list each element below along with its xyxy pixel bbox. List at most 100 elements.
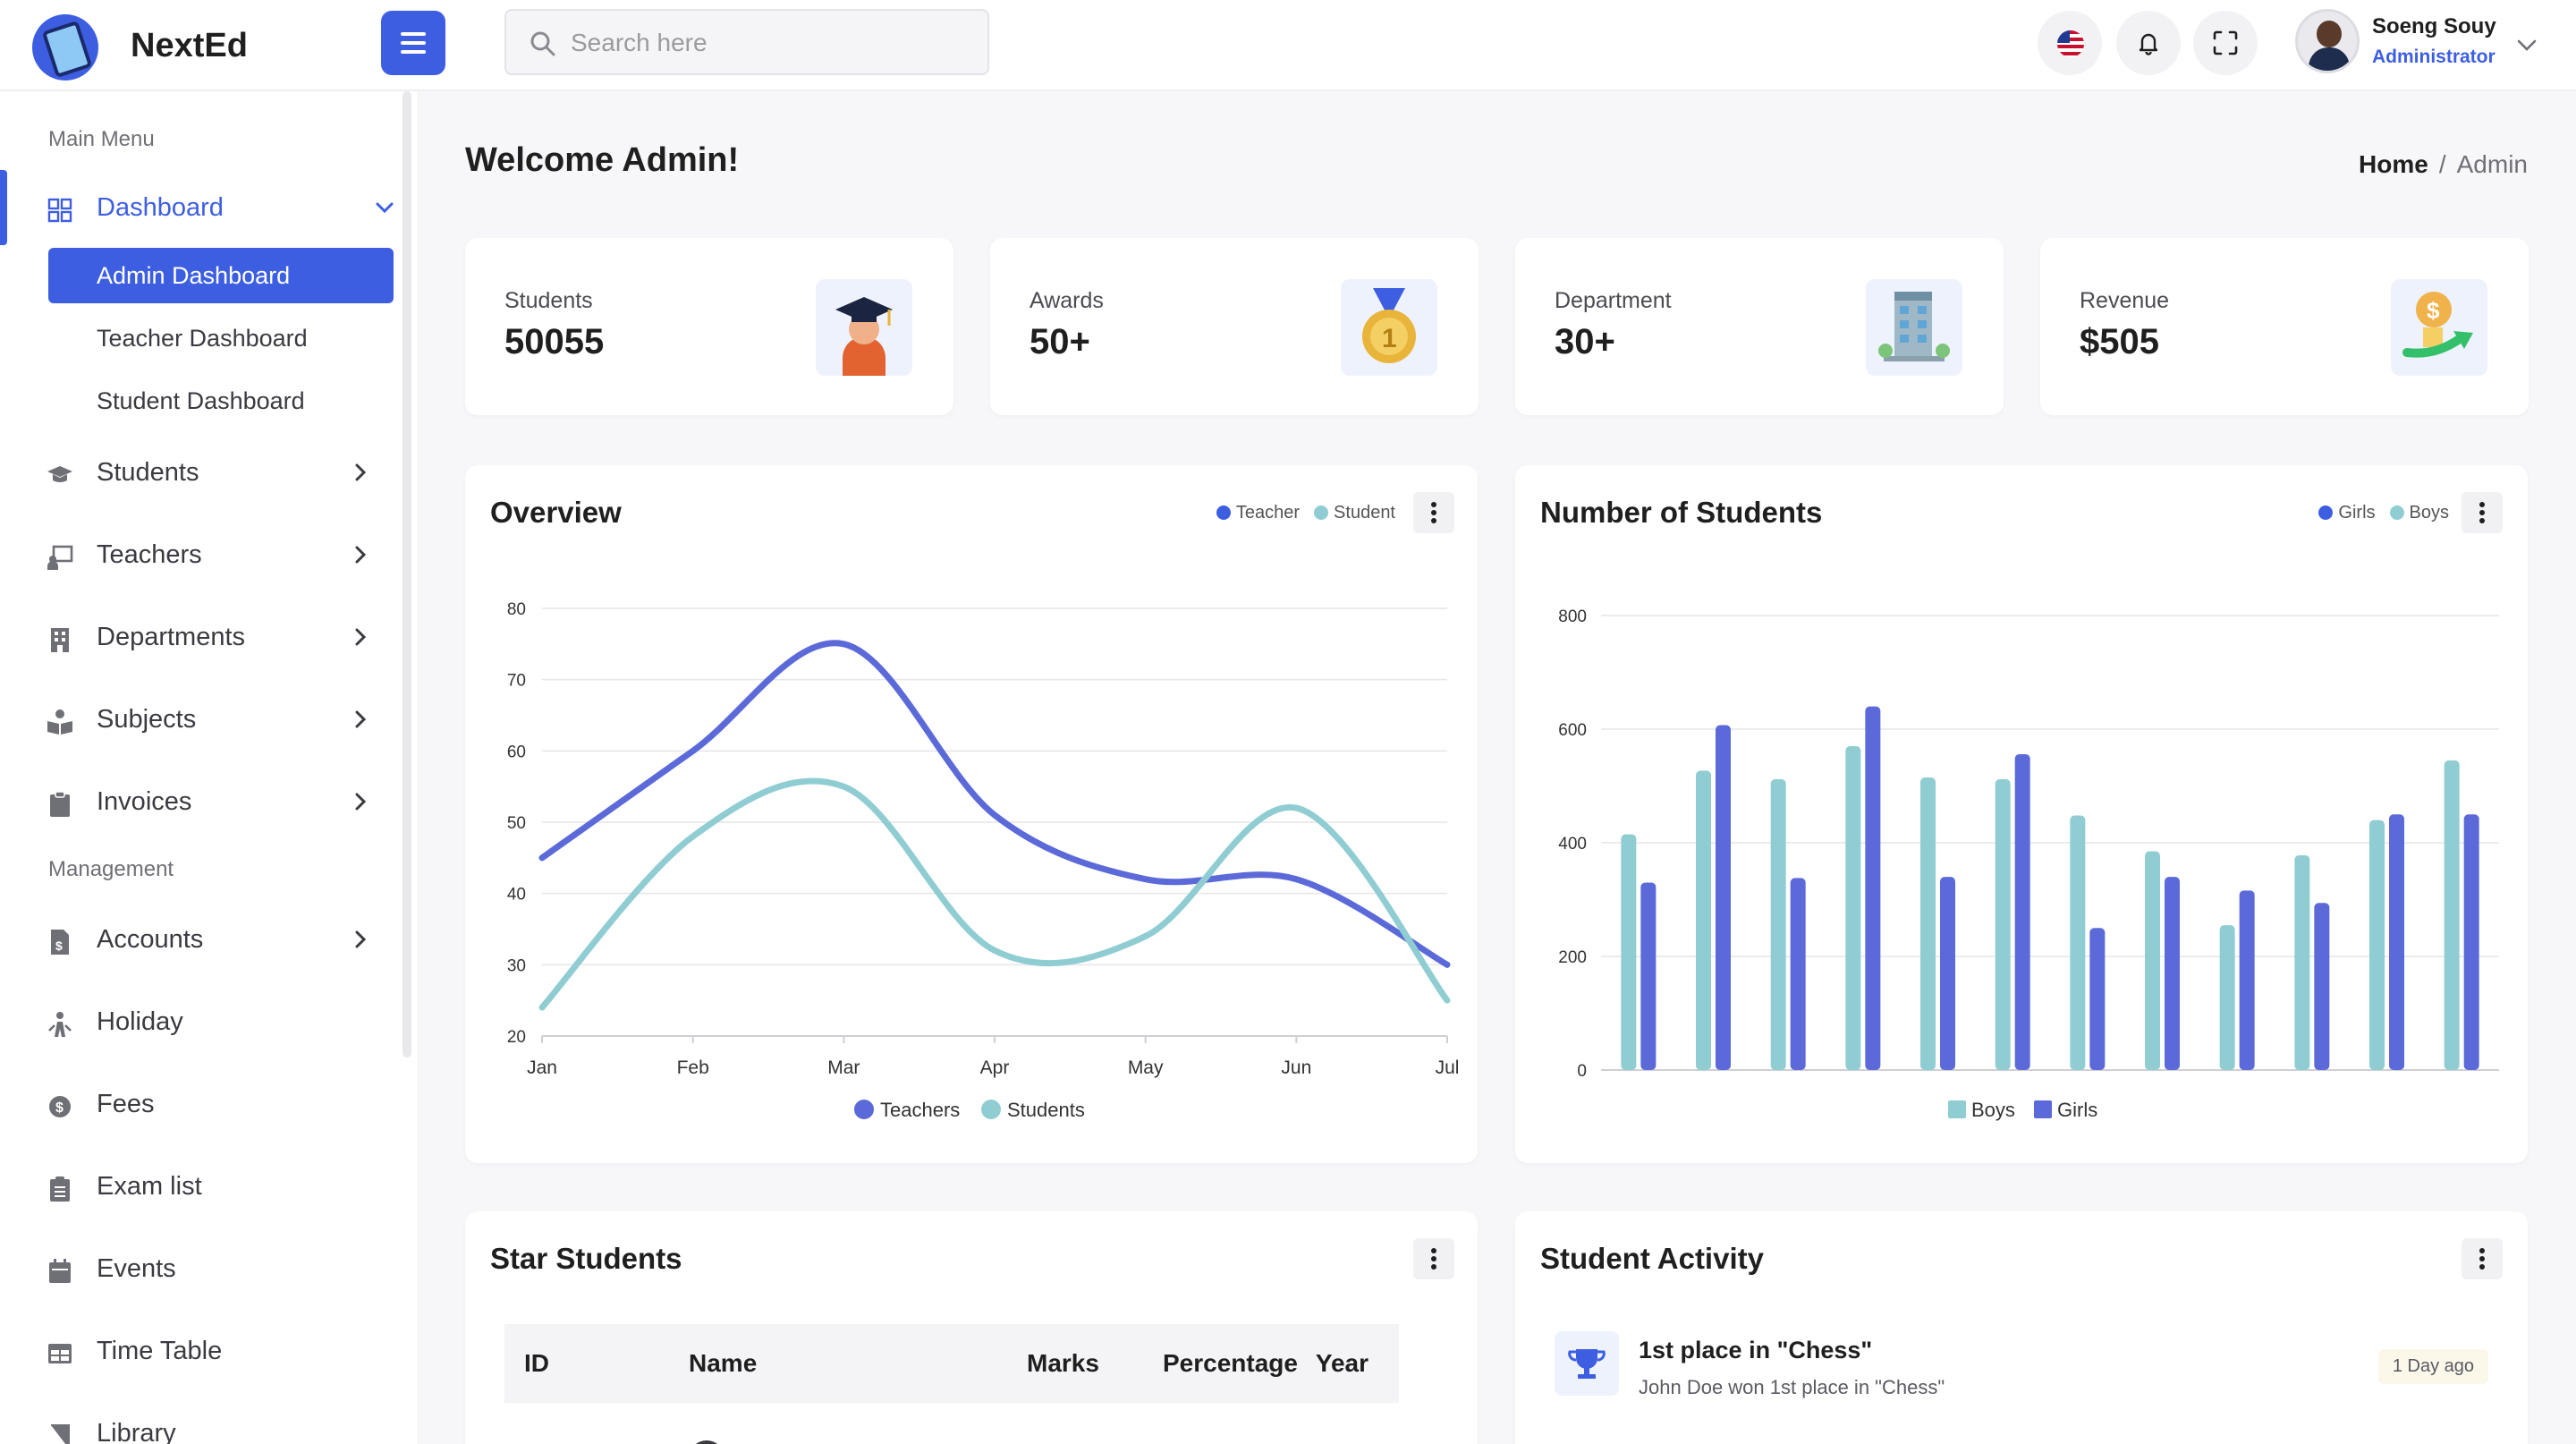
more-options-button[interactable] [1413,1238,1454,1279]
main-menu-title: Main Menu [48,127,155,151]
svg-text:$: $ [55,1100,64,1116]
bar-boys [1995,778,2011,1070]
graduate-student-icon [816,279,912,376]
sidebar-item-accounts[interactable]: $ Accounts [0,909,394,972]
search-input[interactable] [571,25,964,61]
sidebar-item-teachers[interactable]: Teachers [0,524,394,587]
sidebar-item-label: Library [97,1419,176,1444]
sidebar-scrollbar[interactable] [402,91,411,1058]
logo-icon[interactable] [32,14,98,81]
sidebar-item-label: Time Table [97,1337,223,1365]
bar-boys [2294,854,2310,1070]
column-header-name[interactable]: Name [689,1349,757,1378]
y-tick-label: 600 [1558,721,1587,740]
sidebar-item-invoices[interactable]: Invoices [0,771,394,834]
stat-value: 50+ [1030,322,1090,361]
column-header-marks[interactable]: Marks [1027,1349,1099,1378]
sidebar-sub-label: Teacher Dashboard [97,325,308,352]
clipboard-icon [50,791,70,817]
breadcrumb-home[interactable]: Home [2359,150,2428,178]
avatar[interactable] [2295,9,2360,73]
chevron-down-icon [376,202,394,214]
bar-girls [2014,753,2030,1070]
svg-text:1: 1 [1382,324,1397,353]
chevron-right-icon [355,930,367,948]
sidebar-item-label: Events [97,1254,176,1283]
stat-value: 30+ [1555,322,1615,361]
chevron-down-icon[interactable] [2517,39,2537,52]
management-title: Management [48,857,174,881]
bar-boys [1621,834,1637,1070]
y-tick-label: 30 [507,956,526,975]
fullscreen-button[interactable] [2193,11,2258,75]
language-button[interactable] [2038,11,2102,75]
sidebar-item-library[interactable]: Library [0,1403,394,1444]
bar-girls [1865,706,1881,1070]
x-tick-label: Apr [980,1058,1010,1078]
sidebar-item-events[interactable]: Events [0,1238,394,1301]
sidebar-item-label: Accounts [97,925,204,954]
stat-label: Awards [1030,288,1104,313]
sidebar-item-departments[interactable]: Departments [0,607,394,669]
top-header: NextEd Soeng Souy Administrator [0,0,2576,91]
students-bar-chart: 0 200 400 600 800 Boys Girls [1558,607,2499,1121]
x-tick-label: Jun [1281,1058,1311,1078]
y-tick-label: 80 [507,600,526,619]
sidebar-item-dashboard[interactable]: Dashboard [0,177,394,240]
overview-card: Overview Teacher Student 20 30 40 50 60 70 80 Ja… [465,465,1478,1163]
clipboard-list-icon [50,1176,70,1202]
sidebar-item-label: Teachers [97,540,202,569]
building-icon [1866,279,1962,376]
sidebar-item-holiday[interactable]: Holiday [0,991,394,1054]
student-activity-card: Student Activity 1st place in "Chess" Jo… [1515,1211,2528,1444]
sidebar-sub-teacher-dashboard[interactable]: Teacher Dashboard [48,310,394,366]
notification-button[interactable] [2116,11,2181,75]
sidebar-item-time-table[interactable]: Time Table [0,1321,394,1383]
menu-toggle-button[interactable] [381,11,445,75]
book-icon [51,1424,70,1444]
table-header: ID Name Marks Percentage Year [504,1324,1399,1403]
activity-title[interactable]: 1st place in "Chess" [1639,1337,1872,1364]
app-name[interactable]: NextEd [131,27,248,65]
search-icon [530,31,555,56]
bar-boys [1920,777,1936,1070]
card-title: Star Students [490,1242,682,1275]
sidebar-sub-label: Student Dashboard [97,387,305,414]
sidebar-item-fees[interactable]: $ Fees [0,1074,394,1136]
x-tick-label: Mar [827,1058,860,1078]
legend-label: Students [1007,1099,1085,1121]
series-line-teachers [538,640,1451,968]
chalkboard-teacher-icon [47,545,73,570]
legend-swatch [1948,1100,1966,1118]
more-options-button[interactable] [2462,1238,2503,1279]
column-header-id[interactable]: ID [524,1349,549,1378]
stat-card-awards: Awards 50+ 1 [990,238,1479,415]
bar-girls [1716,725,1731,1070]
sidebar-item-label: Departments [97,623,246,651]
book-reader-icon [47,709,72,735]
sidebar-item-exam-list[interactable]: Exam list [0,1156,394,1219]
x-tick-label: Jul [1436,1058,1460,1078]
bar-girls [1640,882,1657,1070]
column-header-percentage[interactable]: Percentage [1163,1349,1298,1378]
sidebar-sub-label: Admin Dashboard [97,262,291,289]
chevron-right-icon [355,463,367,481]
building-icon [51,628,69,652]
sidebar-item-subjects[interactable]: Subjects [0,689,394,752]
fullscreen-icon [2213,30,2238,55]
file-invoice-icon: $ [51,930,69,955]
bar-girls [2239,890,2255,1070]
user-menu[interactable]: Soeng Souy Administrator [2295,9,2563,81]
sidebar-item-label: Subjects [97,705,197,734]
sidebar-item-students[interactable]: Students [0,442,394,505]
medal-icon: 1 [1341,279,1437,376]
sidebar-sub-admin-dashboard[interactable]: Admin Dashboard [48,248,394,303]
search-bar[interactable] [504,9,989,75]
table-row[interactable] [504,1406,1399,1444]
overview-line-chart: 20 30 40 50 60 70 80 Jan Feb Mar Apr May Jun Jul Teach… [507,600,1460,1121]
sidebar-sub-student-dashboard[interactable]: Student Dashboard [48,373,394,429]
column-header-year[interactable]: Year [1316,1349,1368,1378]
page-title: Welcome Admin! [465,141,740,179]
chevron-right-icon [355,546,367,564]
y-tick-label: 20 [507,1028,526,1047]
